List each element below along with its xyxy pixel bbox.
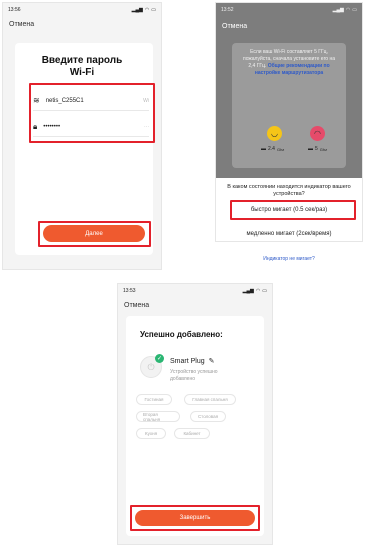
cancel-link[interactable]: Отмена [124, 302, 149, 309]
wifi-icon: ◠ [345, 7, 351, 13]
cancel-link[interactable]: Отмена [222, 23, 247, 30]
next-button[interactable]: Далее [43, 225, 145, 242]
option-fast-blink[interactable]: быстро мигает (0.5 сек/раз) [216, 207, 362, 213]
device-status: Устройство успешно добавлено [170, 369, 218, 383]
password-value: •••••••• [43, 123, 61, 130]
edit-pencil-icon[interactable]: ✎ [209, 357, 215, 365]
router-icon: ▬ [261, 146, 266, 152]
status-bar: 13:52 ▂▄▆ ◠ ▭ [216, 3, 362, 17]
battery-icon: ▭ [352, 7, 357, 13]
speed-right-value: 5 [315, 146, 318, 152]
speed-right-unit: Ghz [319, 146, 328, 152]
ssid-value: netis_C255C1 [45, 97, 84, 104]
sad-face-icon: ◠ [310, 126, 325, 141]
device-status-line-1: Устройство успешно [170, 369, 218, 375]
ssid-change-link[interactable]: Wi [143, 98, 149, 104]
device-name-text: Smart Plug [170, 357, 205, 365]
wifi-password-screen: 13:56 ▂▄▆ ◠ ▭ Отмена Введите пароль Wi-F… [2, 2, 162, 270]
lock-icon: 🔒︎ [33, 121, 38, 131]
finish-button[interactable]: Завершить [135, 510, 255, 526]
title-line-1: Введите пароль [41, 55, 123, 66]
happy-face-icon: ◡ [267, 126, 282, 141]
ssid-field[interactable]: ≋ netis_C255C1 Wi [33, 91, 149, 111]
status-icons: ▂▄▆ ◠ ▭ [132, 7, 156, 13]
room-chip[interactable]: Гостиная [136, 394, 172, 405]
wifi-info-text: Если ваш Wi-Fi составляет 5 ГГц, пожалуй… [240, 49, 338, 77]
speed-2-4ghz: ▬ 2.4 Ghz [261, 146, 284, 152]
indicator-state-screen: 13:52 ▂▄▆ ◠ ▭ Отмена Если ваш Wi-Fi сост… [215, 2, 363, 242]
status-icons: ▂▄▆ ◠ ▭ [243, 288, 267, 294]
room-chip[interactable]: Кухня [136, 428, 166, 439]
success-heading: Успешно добавлено: [140, 330, 223, 339]
indicator-sheet: В каком состоянии находится индикатор ва… [216, 178, 362, 241]
status-time: 13:56 [8, 7, 21, 13]
room-chip[interactable]: Столовая [190, 411, 226, 422]
status-icons: ▂▄▆ ◠ ▭ [333, 7, 357, 13]
password-field[interactable]: 🔒︎ •••••••• ··· [33, 117, 149, 137]
success-card: Успешно добавлено: ⏻ ✓ Smart Plug ✎ Устр… [126, 316, 264, 536]
status-time: 13:53 [123, 288, 136, 294]
room-chip[interactable]: Вторая спальня [136, 411, 180, 422]
router-guide-link[interactable]: Общие рекомендации по настройке маршрути… [255, 63, 330, 76]
wifi-icon: ≋ [33, 96, 40, 105]
device-added-screen: 13:53 ▂▄▆ ◠ ▭ Отмена Успешно добавлено: … [117, 283, 273, 545]
speed-left-value: 2.4 [268, 146, 275, 152]
status-bar: 13:53 ▂▄▆ ◠ ▭ [118, 284, 272, 298]
speed-5ghz: ▬ 5 Ghz [308, 146, 327, 152]
wifi-icon: ◠ [144, 7, 150, 13]
device-status-line-2: добавлено [170, 376, 196, 382]
battery-icon: ▭ [151, 7, 156, 13]
show-password-toggle[interactable]: ··· [144, 124, 149, 130]
status-time: 13:52 [221, 7, 234, 13]
signal-icon: ▂▄▆ [242, 288, 254, 294]
indicator-question: В каком состоянии находится индикатор ва… [227, 184, 351, 197]
signal-icon: ▂▄▆ [332, 7, 344, 13]
speed-left-unit: Ghz [276, 146, 285, 152]
wifi-icon: ◠ [255, 288, 261, 294]
router-icon: ▬ [308, 146, 313, 152]
room-chip[interactable]: Кабинет [174, 428, 210, 439]
page-title: Введите пароль Wi-Fi [3, 55, 161, 79]
check-icon: ✓ [155, 354, 164, 363]
device-name: Smart Plug ✎ [170, 357, 215, 366]
indicator-not-blinking-link[interactable]: Индикатор не мигает? [215, 256, 363, 262]
status-bar: 13:56 ▂▄▆ ◠ ▭ [3, 3, 161, 17]
title-line-2: Wi-Fi [69, 67, 95, 78]
battery-icon: ▭ [262, 288, 267, 294]
room-chip[interactable]: Главная спальня [184, 394, 236, 405]
cancel-link[interactable]: Отмена [9, 21, 34, 28]
signal-icon: ▂▄▆ [131, 7, 143, 13]
wifi-info-panel: Если ваш Wi-Fi составляет 5 ГГц, пожалуй… [232, 43, 346, 168]
option-slow-blink[interactable]: медленно мигает (2сек/время) [216, 231, 362, 237]
